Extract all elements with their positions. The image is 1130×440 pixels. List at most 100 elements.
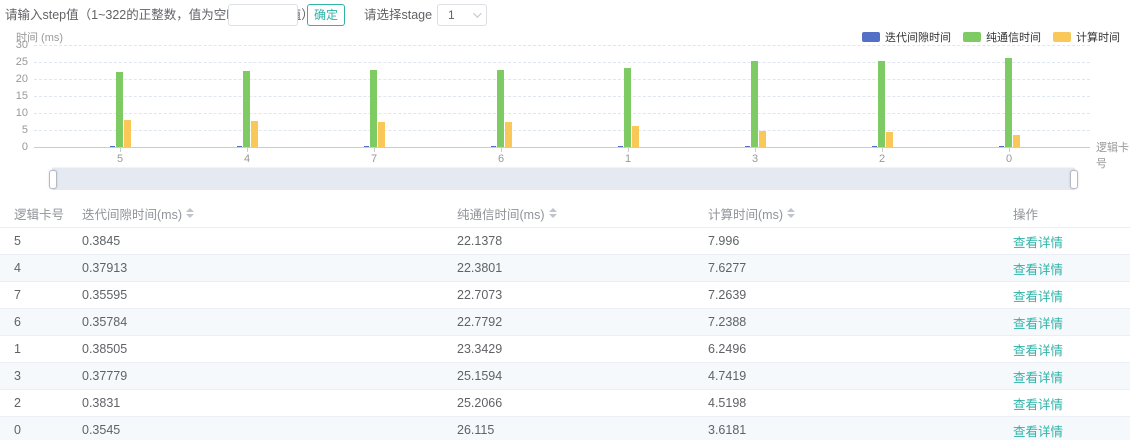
column-header-label: 逻辑卡号	[14, 204, 64, 223]
sort-icon[interactable]	[787, 208, 795, 218]
metrics-table: 逻辑卡号迭代间隙时间(ms) 纯通信时间(ms) 计算时间(ms) 操作 50.384…	[0, 199, 1130, 440]
bar-迭代间隙时间	[364, 146, 369, 148]
legend-item-迭代间隙时间[interactable]: 迭代间隙时间	[862, 29, 951, 45]
legend-marker-icon	[963, 32, 981, 42]
bar-group	[237, 71, 258, 147]
x-axis-tick	[882, 147, 883, 152]
legend-item-计算时间[interactable]: 计算时间	[1053, 29, 1120, 45]
column-header: 纯通信时间(ms)	[457, 204, 708, 223]
view-details-link[interactable]: 查看详情	[1013, 398, 1063, 412]
view-details-link[interactable]: 查看详情	[1013, 236, 1063, 250]
gridline	[34, 62, 1090, 63]
cell-comm-time: 22.3801	[457, 261, 708, 275]
bar-纯通信时间	[243, 71, 250, 147]
table-row: 40.3791322.38017.6277查看详情	[0, 255, 1130, 282]
stage-select-label: 请选择stage	[364, 4, 432, 26]
stage-select-value: 1	[448, 5, 455, 25]
cell-card-id: 1	[14, 342, 82, 356]
y-tick-label: 0	[0, 141, 28, 153]
legend-label: 纯通信时间	[986, 29, 1041, 45]
bar-纯通信时间	[751, 61, 758, 147]
view-details-link[interactable]: 查看详情	[1013, 371, 1063, 385]
cell-gap-time: 0.35784	[82, 315, 457, 329]
table-row: 50.384522.13787.996查看详情	[0, 228, 1130, 255]
cell-card-id: 5	[14, 234, 82, 248]
legend-item-纯通信时间[interactable]: 纯通信时间	[963, 29, 1041, 45]
table-row: 20.383125.20664.5198查看详情	[0, 390, 1130, 417]
cell-compute-time: 7.996	[708, 234, 1013, 248]
bar-计算时间	[124, 120, 131, 147]
bar-迭代间隙时间	[745, 146, 750, 148]
gridline	[34, 113, 1090, 114]
y-tick-label: 5	[0, 124, 28, 136]
x-category-label: 6	[481, 153, 521, 165]
bar-纯通信时间	[116, 72, 123, 147]
y-tick-label: 30	[0, 39, 28, 51]
cell-action: 查看详情	[1013, 367, 1130, 386]
y-tick-label: 20	[0, 73, 28, 85]
cell-gap-time: 0.37779	[82, 369, 457, 383]
legend-marker-icon	[862, 32, 880, 42]
x-axis-line	[34, 147, 1090, 148]
bar-计算时间	[759, 131, 766, 147]
table-header-row: 逻辑卡号迭代间隙时间(ms) 纯通信时间(ms) 计算时间(ms) 操作	[0, 199, 1130, 228]
legend-label: 迭代间隙时间	[885, 29, 951, 45]
cell-card-id: 7	[14, 288, 82, 302]
column-header-label: 迭代间隙时间(ms)	[82, 204, 182, 223]
cell-action: 查看详情	[1013, 232, 1130, 251]
bar-迭代间隙时间	[237, 146, 242, 148]
column-header-label: 操作	[1013, 204, 1038, 223]
view-details-link[interactable]: 查看详情	[1013, 263, 1063, 277]
cell-action: 查看详情	[1013, 313, 1130, 332]
cell-comm-time: 23.3429	[457, 342, 708, 356]
table-row: 00.354526.1153.6181查看详情	[0, 417, 1130, 440]
cell-comm-time: 22.7073	[457, 288, 708, 302]
step-input[interactable]	[228, 4, 298, 26]
cell-comm-time: 22.7792	[457, 315, 708, 329]
datazoom-slider[interactable]	[52, 167, 1075, 190]
bar-group	[618, 68, 639, 147]
view-details-link[interactable]: 查看详情	[1013, 317, 1063, 331]
chart-legend: 迭代间隙时间 纯通信时间 计算时间	[862, 29, 1120, 45]
cell-gap-time: 0.3545	[82, 423, 457, 437]
view-details-link[interactable]: 查看详情	[1013, 290, 1063, 304]
table-row: 30.3777925.15944.7419查看详情	[0, 363, 1130, 390]
cell-compute-time: 4.7419	[708, 369, 1013, 383]
column-header: 计算时间(ms)	[708, 204, 1013, 223]
bar-chart: 时间 (ms) 逻辑卡号 迭代间隙时间纯通信时间计算时间 05101520253…	[0, 28, 1130, 168]
datazoom-handle-left[interactable]	[49, 170, 57, 189]
bar-纯通信时间	[878, 61, 885, 147]
x-axis-tick	[628, 147, 629, 152]
column-header: 迭代间隙时间(ms)	[82, 204, 457, 223]
y-tick-label: 10	[0, 107, 28, 119]
cell-compute-time: 7.2639	[708, 288, 1013, 302]
stage-select[interactable]: 1	[437, 4, 487, 26]
bar-迭代间隙时间	[491, 146, 496, 148]
column-header-label: 纯通信时间(ms)	[457, 204, 545, 223]
legend-label: 计算时间	[1076, 29, 1120, 45]
chevron-down-icon	[473, 9, 481, 17]
column-header-label: 计算时间(ms)	[708, 204, 783, 223]
table-row: 10.3850523.34296.2496查看详情	[0, 336, 1130, 363]
bar-纯通信时间	[370, 70, 377, 147]
cell-comm-time: 26.115	[457, 423, 708, 437]
gridline	[34, 130, 1090, 131]
bar-计算时间	[251, 121, 258, 147]
datazoom-handle-right[interactable]	[1070, 170, 1078, 189]
confirm-button[interactable]: 确定	[307, 4, 345, 26]
bar-group	[110, 72, 131, 147]
x-category-label: 7	[354, 153, 394, 165]
x-axis-name: 逻辑卡号	[1096, 139, 1130, 171]
cell-action: 查看详情	[1013, 340, 1130, 359]
sort-icon[interactable]	[549, 208, 557, 218]
bar-迭代间隙时间	[618, 146, 623, 148]
cell-gap-time: 0.35595	[82, 288, 457, 302]
gridline	[34, 79, 1090, 80]
view-details-link[interactable]: 查看详情	[1013, 425, 1063, 439]
bar-迭代间隙时间	[999, 146, 1004, 148]
sort-icon[interactable]	[186, 208, 194, 218]
view-details-link[interactable]: 查看详情	[1013, 344, 1063, 358]
table-body: 50.384522.13787.996查看详情40.3791322.38017.…	[0, 228, 1130, 440]
cell-comm-time: 25.1594	[457, 369, 708, 383]
cell-card-id: 3	[14, 369, 82, 383]
